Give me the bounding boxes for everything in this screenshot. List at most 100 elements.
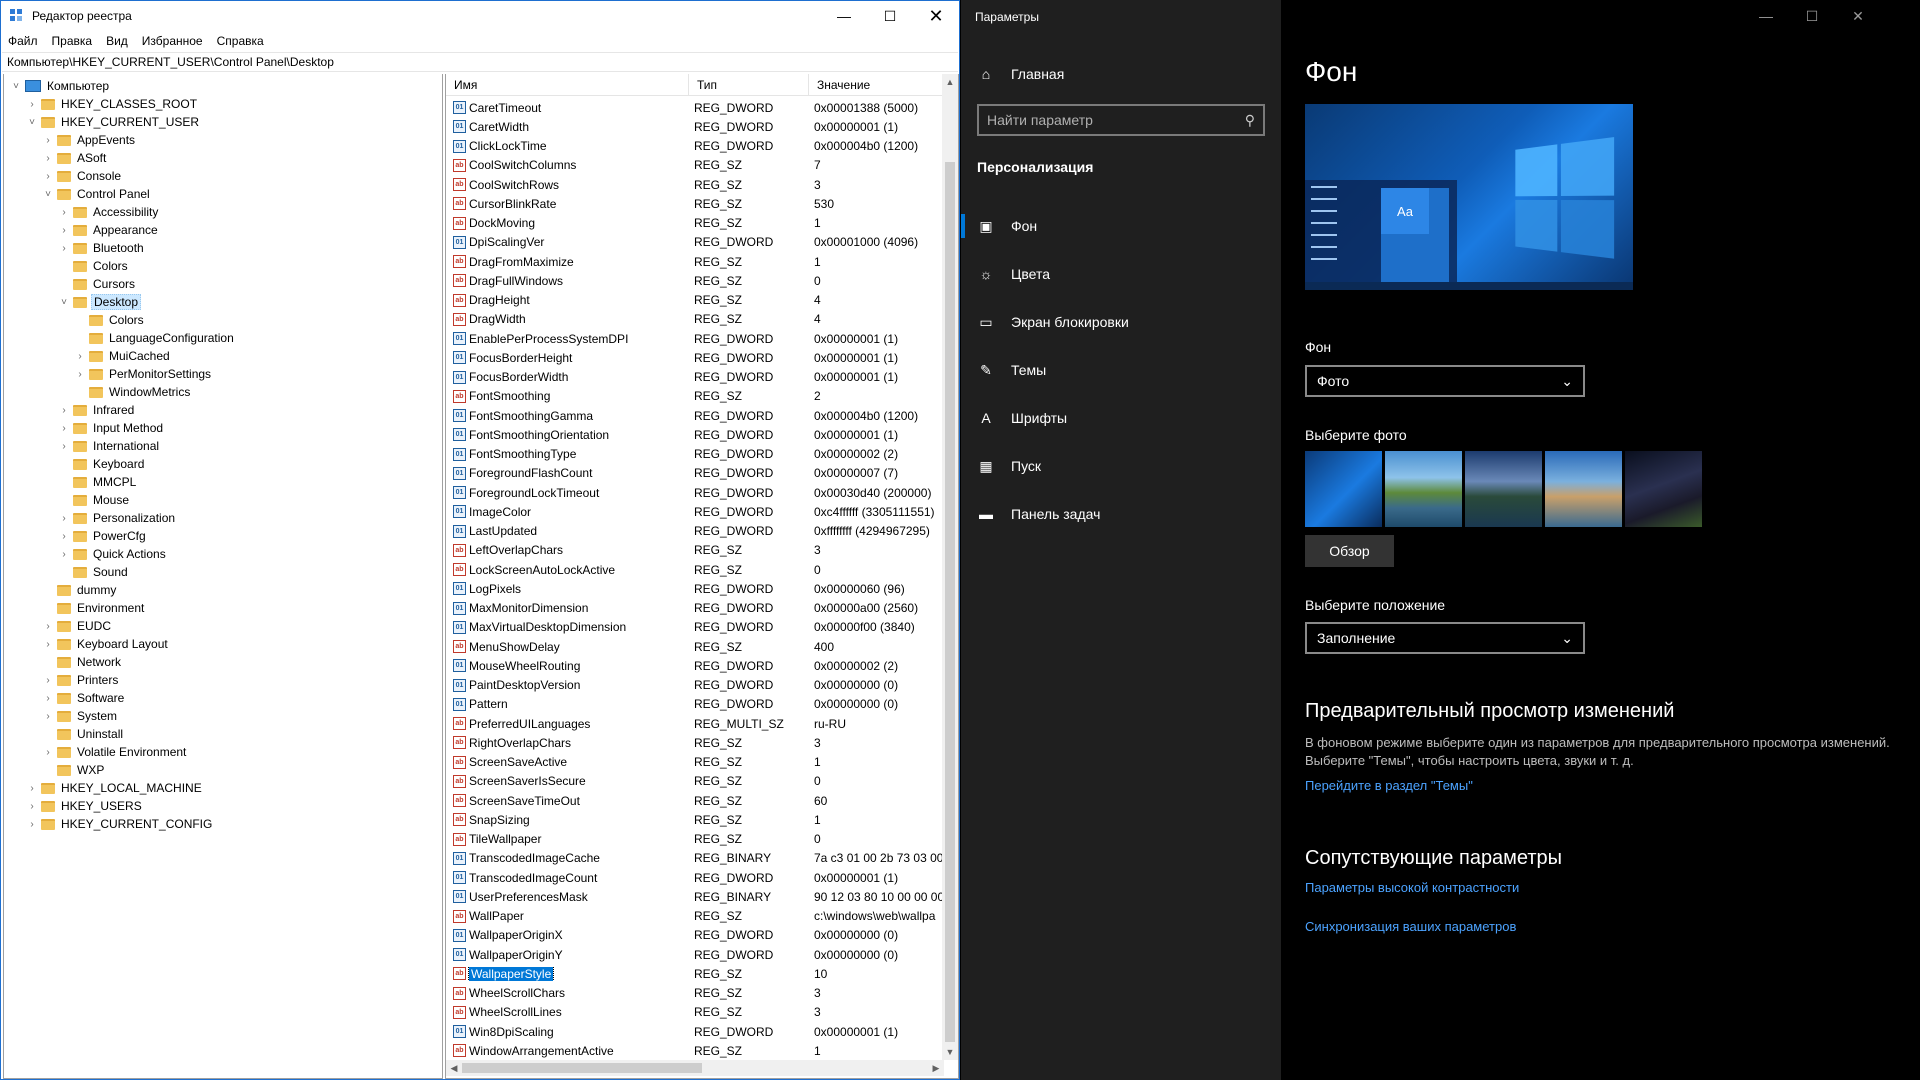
menu-favorites[interactable]: Избранное [135, 34, 210, 48]
position-dropdown[interactable]: Заполнение ⌄ [1305, 622, 1585, 654]
horizontal-scrollbar[interactable]: ◀ ▶ [446, 1060, 944, 1076]
tree-node[interactable]: LanguageConfiguration [74, 329, 236, 347]
address-bar[interactable]: Компьютер\HKEY_CURRENT_USER\Control Pane… [2, 52, 958, 72]
tree-node[interactable]: Cursors [58, 275, 137, 293]
expand-chevron-icon[interactable]: › [58, 243, 70, 254]
high-contrast-link[interactable]: Параметры высокой контрастности [1305, 880, 1519, 895]
tree-node[interactable]: › PowerCfg [58, 527, 148, 545]
expand-chevron-icon[interactable]: › [58, 423, 70, 434]
tree-node[interactable]: Environment [42, 599, 146, 617]
tree-node[interactable]: › Console [42, 167, 123, 185]
value-row[interactable]: ab CursorBlinkRate REG_SZ 530 [446, 194, 944, 213]
tree-node[interactable]: › EUDC [42, 617, 113, 635]
column-header-data[interactable]: Значение [809, 74, 944, 96]
tree-node[interactable]: › AppEvents [42, 131, 137, 149]
value-row[interactable]: ab DragHeight REG_SZ 4 [446, 291, 944, 310]
tree-node[interactable]: WXP [42, 761, 106, 779]
expand-chevron-icon[interactable]: › [42, 747, 54, 758]
expand-chevron-icon[interactable]: › [26, 819, 38, 830]
value-row[interactable]: 01 DpiScalingVer REG_DWORD 0x00001000 (4096… [446, 233, 944, 252]
value-row[interactable]: ab SnapSizing REG_SZ 1 [446, 810, 944, 829]
value-row[interactable]: 01 LogPixels REG_DWORD 0x00000060 (96) [446, 579, 944, 598]
tree-node[interactable]: › Keyboard Layout [42, 635, 170, 653]
expand-chevron-icon[interactable]: › [26, 783, 38, 794]
collapse-chevron-icon[interactable]: ˅ [26, 117, 38, 128]
menu-help[interactable]: Справка [210, 34, 271, 48]
value-row[interactable]: 01 FontSmoothingOrientation REG_DWORD 0x000… [446, 425, 944, 444]
maximize-button[interactable]: ☐ [867, 1, 913, 31]
value-row[interactable]: 01 FontSmoothingGamma REG_DWORD 0x000004b0 … [446, 406, 944, 425]
photo-thumbnail-1[interactable] [1305, 451, 1382, 527]
value-row[interactable]: 01 TranscodedImageCount REG_DWORD 0x0000000… [446, 868, 944, 887]
expand-chevron-icon[interactable]: › [42, 153, 54, 164]
tree-node[interactable]: › Personalization [58, 509, 177, 527]
value-row[interactable]: 01 MaxVirtualDesktopDimension REG_DWORD 0x0… [446, 618, 944, 637]
value-row[interactable]: ab DragWidth REG_SZ 4 [446, 310, 944, 329]
title-bar[interactable]: Редактор реестра — ☐ ✕ [1, 1, 959, 31]
value-row[interactable]: ab ScreenSaveTimeOut REG_SZ 60 [446, 791, 944, 810]
tree-node[interactable]: › Quick Actions [58, 545, 168, 563]
value-row[interactable]: ab WindowArrangementActive REG_SZ 1 [446, 1041, 944, 1060]
tree-node[interactable]: Sound [58, 563, 130, 581]
sync-settings-link[interactable]: Синхронизация ваших параметров [1305, 919, 1516, 934]
value-row[interactable]: 01 FontSmoothingType REG_DWORD 0x00000002 (… [446, 445, 944, 464]
value-row[interactable]: 01 Win8DpiScaling REG_DWORD 0x00000001 (1) [446, 1022, 944, 1041]
value-row[interactable]: ab WallPaper REG_SZ c:\windows\web\wallpa [446, 907, 944, 926]
expand-chevron-icon[interactable]: › [58, 405, 70, 416]
menu-view[interactable]: Вид [99, 34, 135, 48]
tree-node[interactable]: › HKEY_LOCAL_MACHINE [26, 779, 204, 797]
value-row[interactable]: ab ScreenSaveActive REG_SZ 1 [446, 753, 944, 772]
expand-chevron-icon[interactable]: › [74, 369, 86, 380]
tree-node[interactable]: › HKEY_CLASSES_ROOT [26, 95, 199, 113]
settings-minimize-button[interactable]: — [1743, 0, 1789, 32]
photo-thumbnail-5[interactable] [1625, 451, 1702, 527]
value-row[interactable]: 01 WallpaperOriginY REG_DWORD 0x00000000 (0… [446, 945, 944, 964]
expand-chevron-icon[interactable]: › [42, 171, 54, 182]
tree-node[interactable]: ˅ HKEY_CURRENT_USER [26, 113, 201, 131]
expand-chevron-icon[interactable]: › [58, 441, 70, 452]
value-row[interactable]: ab ScreenSaverIsSecure REG_SZ 0 [446, 772, 944, 791]
minimize-button[interactable]: — [821, 1, 867, 31]
collapse-chevron-icon[interactable]: ˅ [10, 81, 22, 92]
value-row[interactable]: 01 MaxMonitorDimension REG_DWORD 0x00000a00… [446, 599, 944, 618]
hscroll-thumb[interactable] [462, 1063, 702, 1073]
nav-home[interactable]: ⌂ Главная [961, 59, 1281, 89]
value-row[interactable]: 01 Pattern REG_DWORD 0x00000000 (0) [446, 695, 944, 714]
expand-chevron-icon[interactable]: › [42, 639, 54, 650]
nav-item[interactable]: ▬ Панель задач [961, 499, 1281, 529]
tree-node[interactable]: MMCPL [58, 473, 138, 491]
photo-thumbnail-3[interactable] [1465, 451, 1542, 527]
tree-node[interactable]: dummy [42, 581, 118, 599]
tree-node[interactable]: Network [42, 653, 123, 671]
tree-node[interactable]: Mouse [58, 491, 131, 509]
tree-node[interactable]: ˅ Desktop [58, 293, 142, 311]
value-row[interactable]: ab LeftOverlapChars REG_SZ 3 [446, 541, 944, 560]
tree-node[interactable]: WindowMetrics [74, 383, 192, 401]
tree-node[interactable]: ˅ Control Panel [42, 185, 152, 203]
menu-edit[interactable]: Правка [45, 34, 100, 48]
tree-node[interactable]: › Volatile Environment [42, 743, 188, 761]
scroll-right-icon[interactable]: ▶ [928, 1060, 944, 1076]
tree-node[interactable]: › Accessibility [58, 203, 160, 221]
value-row[interactable]: 01 ForegroundFlashCount REG_DWORD 0x0000000… [446, 464, 944, 483]
value-row[interactable]: 01 PaintDesktopVersion REG_DWORD 0x00000000… [446, 676, 944, 695]
expand-chevron-icon[interactable]: › [26, 801, 38, 812]
value-row[interactable]: ab DragFullWindows REG_SZ 0 [446, 271, 944, 290]
tree-node[interactable]: Uninstall [42, 725, 125, 743]
expand-chevron-icon[interactable]: › [42, 135, 54, 146]
menu-file[interactable]: Файл [1, 34, 45, 48]
tree-node[interactable]: ˅ Компьютер [10, 77, 111, 95]
value-row[interactable]: ab DragFromMaximize REG_SZ 1 [446, 252, 944, 271]
tree-node[interactable]: › ASoft [42, 149, 108, 167]
column-header-type[interactable]: Тип [689, 74, 809, 96]
expand-chevron-icon[interactable]: › [26, 99, 38, 110]
tree-node[interactable]: › Input Method [58, 419, 165, 437]
value-row[interactable]: ab PreferredUILanguages REG_MULTI_SZ ru-RU [446, 714, 944, 733]
tree-node[interactable]: Keyboard [58, 455, 146, 473]
value-row[interactable]: ab RightOverlapChars REG_SZ 3 [446, 733, 944, 752]
nav-item[interactable]: A Шрифты [961, 403, 1281, 433]
value-row[interactable]: 01 FocusBorderWidth REG_DWORD 0x00000001 (1… [446, 368, 944, 387]
tree-node[interactable]: › System [42, 707, 119, 725]
tree-node[interactable]: › Infrared [58, 401, 136, 419]
value-row[interactable]: 01 CaretWidth REG_DWORD 0x00000001 (1) [446, 117, 944, 136]
